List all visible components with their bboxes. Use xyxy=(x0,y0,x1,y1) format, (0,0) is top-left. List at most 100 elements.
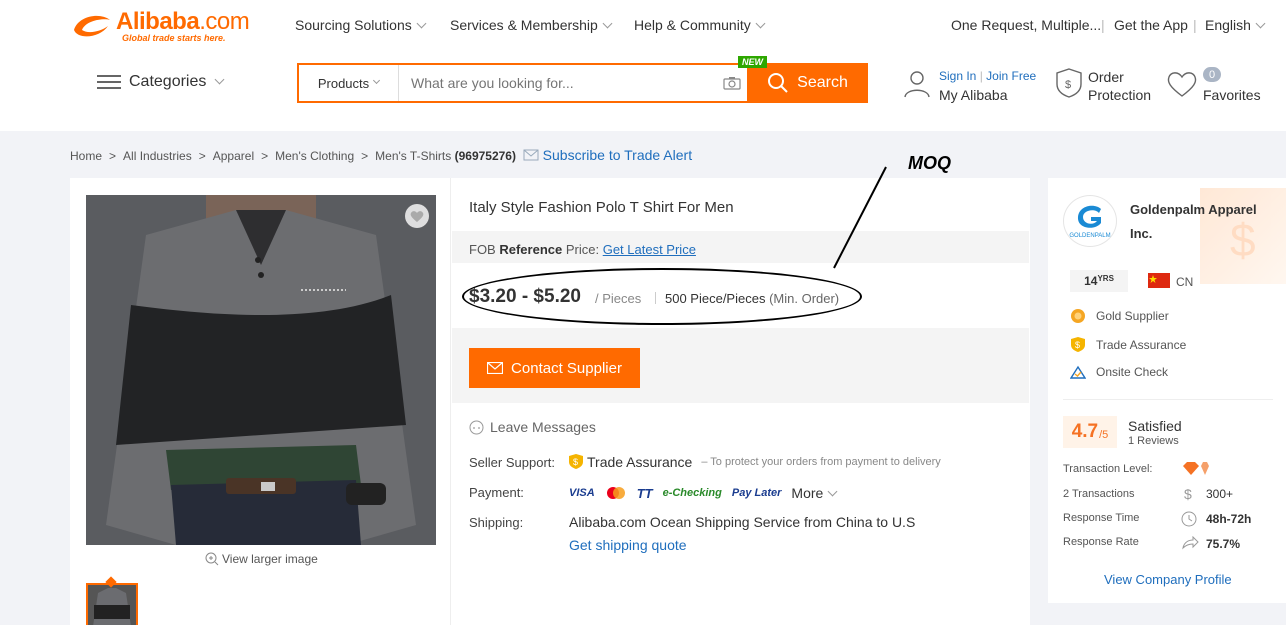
rating-satisfied: Satisfied xyxy=(1128,418,1182,434)
transactions-value: 300+ xyxy=(1206,487,1234,501)
menu-icon xyxy=(97,74,121,90)
moq-annotation-label: MOQ xyxy=(908,153,951,173)
product-image[interactable] xyxy=(86,195,436,545)
product-thumbnail[interactable] xyxy=(86,583,138,625)
trade-assurance-note: – To protect your orders from payment to… xyxy=(701,455,941,468)
chevron-down-icon xyxy=(755,18,766,29)
chat-icon xyxy=(469,420,484,434)
chevron-down-icon xyxy=(416,18,427,29)
e-checking-icon: e-Checking xyxy=(662,487,722,499)
auth-links: Sign In | Join Free xyxy=(939,69,1037,83)
response-rate-value: 75.7% xyxy=(1206,537,1241,551)
chevron-down-icon xyxy=(1255,18,1266,29)
view-larger-image-link[interactable]: View larger image xyxy=(205,552,318,566)
logo-wordmark: Alibaba.com xyxy=(116,8,250,35)
goldenpalm-logo-icon xyxy=(1077,205,1101,228)
breadcrumb-all-industries[interactable]: All Industries xyxy=(123,149,192,163)
sign-in-link[interactable]: Sign In xyxy=(939,69,976,83)
view-company-profile-link[interactable]: View Company Profile xyxy=(1104,572,1232,587)
chevron-down-icon xyxy=(602,18,613,29)
contact-supplier-button[interactable]: Contact Supplier xyxy=(469,348,640,388)
response-rate-label: Response Rate xyxy=(1063,536,1139,548)
search-category-select[interactable]: Products xyxy=(299,65,399,101)
search-icon xyxy=(768,73,788,93)
supplier-logo[interactable]: GOLDENPALM xyxy=(1063,195,1117,247)
response-time-value: 48h-72h xyxy=(1206,512,1252,526)
seller-support-label: Seller Support: xyxy=(469,455,555,470)
leave-messages-link[interactable]: Leave Messages xyxy=(469,419,596,435)
shipping-label: Shipping: xyxy=(469,515,524,530)
chevron-down-icon xyxy=(827,486,838,497)
polo-shirt-photo xyxy=(86,195,436,545)
new-badge: NEW xyxy=(738,56,767,68)
clock-icon xyxy=(1181,511,1197,527)
categories-menu[interactable]: Categories xyxy=(97,73,225,91)
breadcrumb-mens-clothing[interactable]: Men's Clothing xyxy=(275,149,354,163)
order-protection-link[interactable]: Order Protection xyxy=(1088,68,1151,104)
mail-icon xyxy=(523,149,539,161)
get-app-link[interactable]: Get the App xyxy=(1114,17,1188,33)
gold-supplier-icon xyxy=(1071,309,1085,323)
order-protection-shield-icon: $ xyxy=(1056,68,1082,98)
nav-sourcing-solutions[interactable]: Sourcing Solutions xyxy=(295,17,427,33)
search-button[interactable]: Search xyxy=(747,63,868,103)
user-icon xyxy=(904,71,930,98)
mastercard-icon xyxy=(606,487,625,499)
heart-icon xyxy=(410,210,424,222)
payment-methods: VISA TT e-Checking Pay Later More xyxy=(569,485,838,501)
breadcrumb-count: (96975276) xyxy=(454,149,516,163)
chevron-down-icon xyxy=(214,74,225,84)
logo-tagline: Global trade starts here. xyxy=(122,33,226,43)
trade-assurance-shield-icon: $ xyxy=(1071,337,1085,352)
zoom-in-icon xyxy=(205,552,219,566)
annotation-arrow-line xyxy=(833,166,887,269)
transactions-count-label: 2 Transactions xyxy=(1063,488,1135,500)
breadcrumb-mens-tshirts[interactable]: Men's T-Shirts xyxy=(375,149,451,163)
divider: | xyxy=(1193,17,1197,33)
search-bar: Products Search xyxy=(297,63,868,103)
payment-label: Payment: xyxy=(469,485,524,500)
trade-assurance-badge: $ Trade Assurance xyxy=(1070,336,1186,353)
nav-services-membership[interactable]: Services & Membership xyxy=(450,17,613,33)
subscribe-trade-alert-link[interactable]: Subscribe to Trade Alert xyxy=(543,147,692,163)
reply-arrow-icon xyxy=(1182,536,1199,550)
nav-help-community[interactable]: Help & Community xyxy=(634,17,766,33)
supplier-name-link[interactable]: Goldenpalm Apparel Inc. xyxy=(1130,198,1265,246)
get-latest-price-link[interactable]: Get Latest Price xyxy=(603,242,696,257)
favorites-link[interactable]: Favorites xyxy=(1203,87,1261,103)
reviews-count-link[interactable]: 1 Reviews xyxy=(1128,435,1179,447)
heart-icon xyxy=(1167,72,1197,97)
search-input[interactable] xyxy=(399,65,717,101)
transaction-level-diamond-icon xyxy=(1183,462,1209,475)
shipping-service: Alibaba.com Ocean Shipping Service from … xyxy=(569,514,916,530)
chevron-down-icon xyxy=(373,76,381,84)
one-request-link[interactable]: One Request, Multiple... xyxy=(951,17,1101,33)
china-flag-icon xyxy=(1148,273,1170,288)
tt-icon: TT xyxy=(636,485,653,501)
favorites-count-badge: 0 xyxy=(1203,67,1221,82)
trade-assurance-shield-icon: $ xyxy=(569,454,583,469)
join-free-link[interactable]: Join Free xyxy=(986,69,1036,83)
gold-supplier-badge: Gold Supplier xyxy=(1070,308,1169,324)
transaction-level-label: Transaction Level: xyxy=(1063,463,1153,475)
svg-text:$: $ xyxy=(573,457,578,467)
my-alibaba-link[interactable]: My Alibaba xyxy=(939,87,1007,103)
camera-search-icon[interactable] xyxy=(717,65,747,101)
supplier-country: CN xyxy=(1176,275,1194,289)
moq-annotation-oval xyxy=(462,268,862,325)
breadcrumb-home[interactable]: Home xyxy=(70,149,102,163)
breadcrumb-apparel[interactable]: Apparel xyxy=(213,149,254,163)
favorite-heart-button[interactable] xyxy=(405,204,429,228)
language-select[interactable]: English xyxy=(1205,17,1266,33)
alibaba-logo[interactable]: Alibaba.com Global trade starts here. xyxy=(70,8,260,44)
svg-text:$: $ xyxy=(1075,340,1080,350)
trade-assurance-link[interactable]: Trade Assurance xyxy=(587,454,692,470)
get-shipping-quote-link[interactable]: Get shipping quote xyxy=(569,537,687,553)
payment-more-dropdown[interactable]: More xyxy=(791,485,838,501)
svg-text:$: $ xyxy=(1184,486,1192,502)
rating-badge: 4.7/5 xyxy=(1063,416,1117,448)
pay-later-icon: Pay Later xyxy=(731,487,782,499)
breadcrumb: Home > All Industries > Apparel > Men's Clothi… xyxy=(70,147,693,163)
product-title: Italy Style Fashion Polo T Shirt For Men xyxy=(469,199,734,216)
svg-text:$: $ xyxy=(1065,79,1071,91)
